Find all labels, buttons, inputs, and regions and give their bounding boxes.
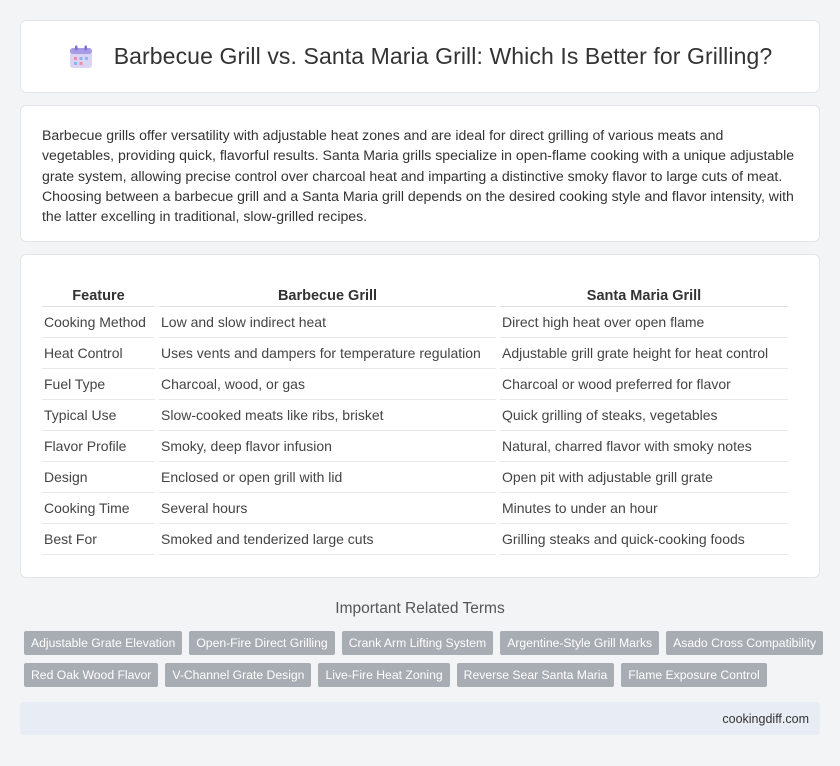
santa-maria-cell: Grilling steaks and quick-cooking foods [500,524,788,555]
feature-cell: Best For [42,524,155,555]
santa-maria-cell: Natural, charred flavor with smoky notes [500,431,788,462]
barbecue-cell: Enclosed or open grill with lid [159,462,496,493]
barbecue-cell: Slow-cooked meats like ribs, brisket [159,400,496,431]
santa-maria-cell: Direct high heat over open flame [500,307,788,338]
related-terms-list: Adjustable Grate Elevation Open-Fire Dir… [24,631,824,695]
table-row: Best For Smoked and tenderized large cut… [42,524,788,555]
title-card: Barbecue Grill vs. Santa Maria Grill: Wh… [20,20,820,93]
page-title: Barbecue Grill vs. Santa Maria Grill: Wh… [113,43,773,69]
feature-cell: Flavor Profile [42,431,155,462]
table-row: Design Enclosed or open grill with lid O… [42,462,788,493]
barbecue-cell: Smoky, deep flavor infusion [159,431,496,462]
barbecue-cell: Low and slow indirect heat [159,307,496,338]
related-term-tag[interactable]: Red Oak Wood Flavor [24,663,159,687]
related-terms-title: Important Related Terms [335,600,505,617]
footer: cookingdiff.com [20,702,820,735]
feature-cell: Fuel Type [42,369,155,400]
barbecue-cell: Several hours [159,493,496,524]
tag-row: Adjustable Grate Elevation Open-Fire Dir… [24,631,824,655]
related-term-tag[interactable]: Reverse Sear Santa Maria [456,663,615,687]
table-row: Fuel Type Charcoal, wood, or gas Charcoa… [42,369,788,400]
page: Barbecue Grill vs. Santa Maria Grill: Wh… [0,0,840,766]
table-row: Heat Control Uses vents and dampers for … [42,338,788,369]
calendar-icon [68,44,94,70]
intro-text: Barbecue grills offer versatility with a… [42,127,795,225]
tag-row: Red Oak Wood Flavor V-Channel Grate Desi… [24,663,824,687]
santa-maria-cell: Minutes to under an hour [500,493,788,524]
related-term-tag[interactable]: Live-Fire Heat Zoning [318,663,450,687]
feature-cell: Cooking Time [42,493,155,524]
related-term-tag[interactable]: Adjustable Grate Elevation [24,631,183,655]
table-row: Cooking Time Several hours Minutes to un… [42,493,788,524]
santa-maria-cell: Open pit with adjustable grill grate [500,462,788,493]
santa-maria-cell: Adjustable grill grate height for heat c… [500,338,788,369]
related-term-tag[interactable]: Asado Cross Compatibility [666,631,824,655]
title-wrap: Barbecue Grill vs. Santa Maria Grill: Wh… [68,43,773,70]
comparison-card: Feature Barbecue Grill Santa Maria Grill… [20,254,820,578]
header-feature: Feature [42,283,155,307]
table-header-row: Feature Barbecue Grill Santa Maria Grill [42,283,788,307]
table-row: Typical Use Slow-cooked meats like ribs,… [42,400,788,431]
table-row: Cooking Method Low and slow indirect hea… [42,307,788,338]
comparison-table: Feature Barbecue Grill Santa Maria Grill… [38,283,792,555]
barbecue-cell: Smoked and tenderized large cuts [159,524,496,555]
feature-cell: Heat Control [42,338,155,369]
related-term-tag[interactable]: Flame Exposure Control [621,663,767,687]
barbecue-cell: Uses vents and dampers for temperature r… [159,338,496,369]
header-barbecue-grill: Barbecue Grill [159,283,496,307]
feature-cell: Typical Use [42,400,155,431]
santa-maria-cell: Charcoal or wood preferred for flavor [500,369,788,400]
table-row: Flavor Profile Smoky, deep flavor infusi… [42,431,788,462]
barbecue-cell: Charcoal, wood, or gas [159,369,496,400]
santa-maria-cell: Quick grilling of steaks, vegetables [500,400,788,431]
related-term-tag[interactable]: V-Channel Grate Design [165,663,312,687]
header-santa-maria-grill: Santa Maria Grill [500,283,788,307]
feature-cell: Design [42,462,155,493]
intro-card: Barbecue grills offer versatility with a… [20,105,820,242]
related-term-tag[interactable]: Open-Fire Direct Grilling [189,631,335,655]
related-term-tag[interactable]: Crank Arm Lifting System [341,631,494,655]
related-term-tag[interactable]: Argentine-Style Grill Marks [500,631,660,655]
footer-site-link[interactable]: cookingdiff.com [722,712,809,726]
feature-cell: Cooking Method [42,307,155,338]
